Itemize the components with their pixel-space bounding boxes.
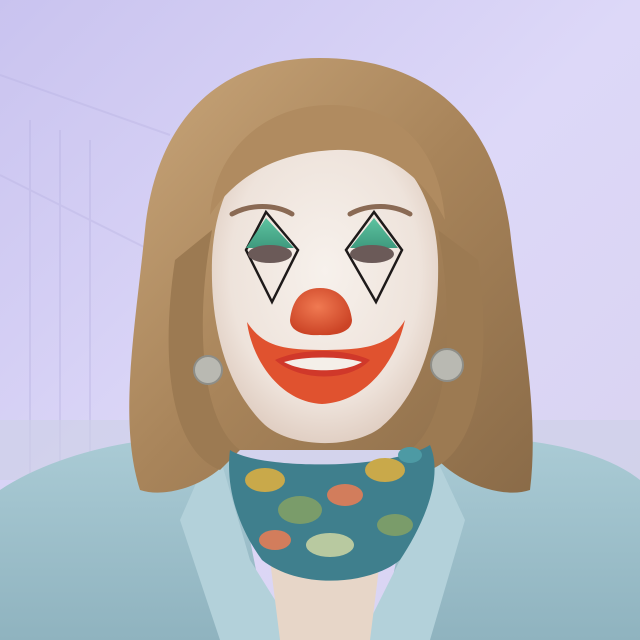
- portrait-scene: [0, 0, 640, 640]
- eye-right: [350, 245, 394, 263]
- eye-left: [248, 245, 292, 263]
- earring-right: [430, 348, 464, 382]
- earring-left: [193, 355, 223, 385]
- portrait-image: [0, 0, 640, 640]
